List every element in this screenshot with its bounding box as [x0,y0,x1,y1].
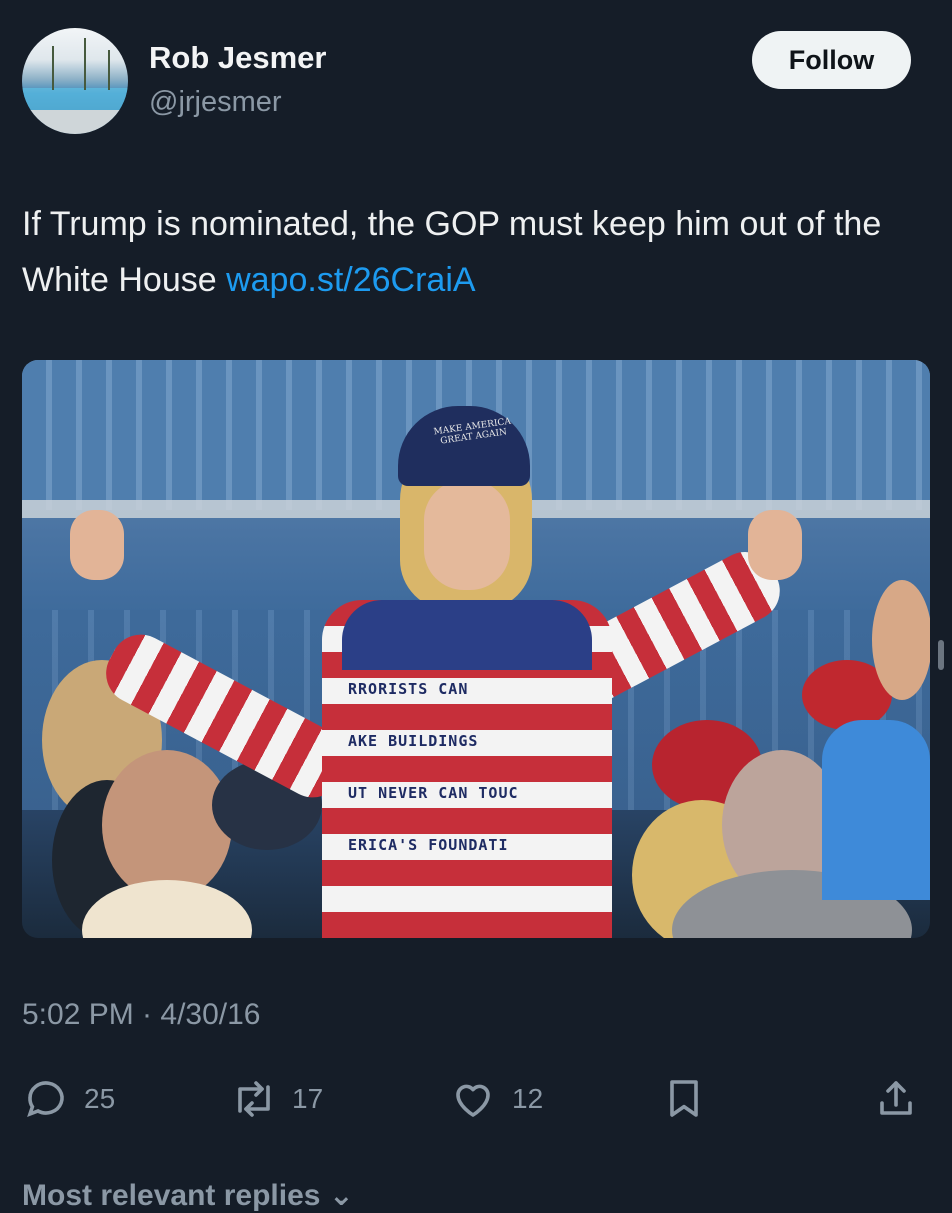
bookmark-button[interactable] [660,1075,708,1123]
replies-sort-dropdown[interactable]: Most relevant replies ⌄ [22,1178,354,1213]
author-name[interactable]: Rob Jesmer [149,40,326,76]
share-button[interactable] [872,1075,920,1123]
flag-sweater: RRORISTS CAN AKE BUILDINGS UT NEVER CAN … [322,600,612,938]
sweater-line: ERICA'S FOUNDATI [348,836,509,854]
repost-count: 17 [292,1083,324,1114]
reply-count: 25 [84,1083,116,1114]
tweet-photo[interactable]: MAKE AMERICA GREAT AGAIN RRORISTS CAN AK… [22,360,930,938]
scrollbar[interactable] [938,640,944,670]
like-count: 12 [512,1083,544,1114]
reply-button[interactable]: 25 [22,1075,115,1123]
repost-button[interactable]: 17 [230,1075,323,1123]
bookmark-icon [670,1080,698,1117]
sweater-line: RRORISTS CAN [348,680,469,698]
reply-icon [27,1081,64,1118]
tweet-timestamp[interactable]: 5:02 PM · 4/30/16 [22,998,260,1032]
sweater-line: UT NEVER CAN TOUC [348,784,519,802]
tweet-text: If Trump is nominated, the GOP must keep… [22,196,922,308]
chevron-down-icon: ⌄ [328,1179,354,1212]
tweet-link[interactable]: wapo.st/26CraiA [226,261,475,299]
repost-icon [238,1081,270,1117]
author-handle[interactable]: @jrjesmer [149,86,282,119]
sweater-line: AKE BUILDINGS [348,732,479,750]
author-avatar[interactable] [22,28,128,134]
follow-button[interactable]: Follow [752,31,911,89]
replies-sort-label: Most relevant replies [22,1179,321,1212]
share-icon [880,1081,912,1115]
heart-icon [456,1084,490,1117]
like-button[interactable]: 12 [448,1075,543,1123]
